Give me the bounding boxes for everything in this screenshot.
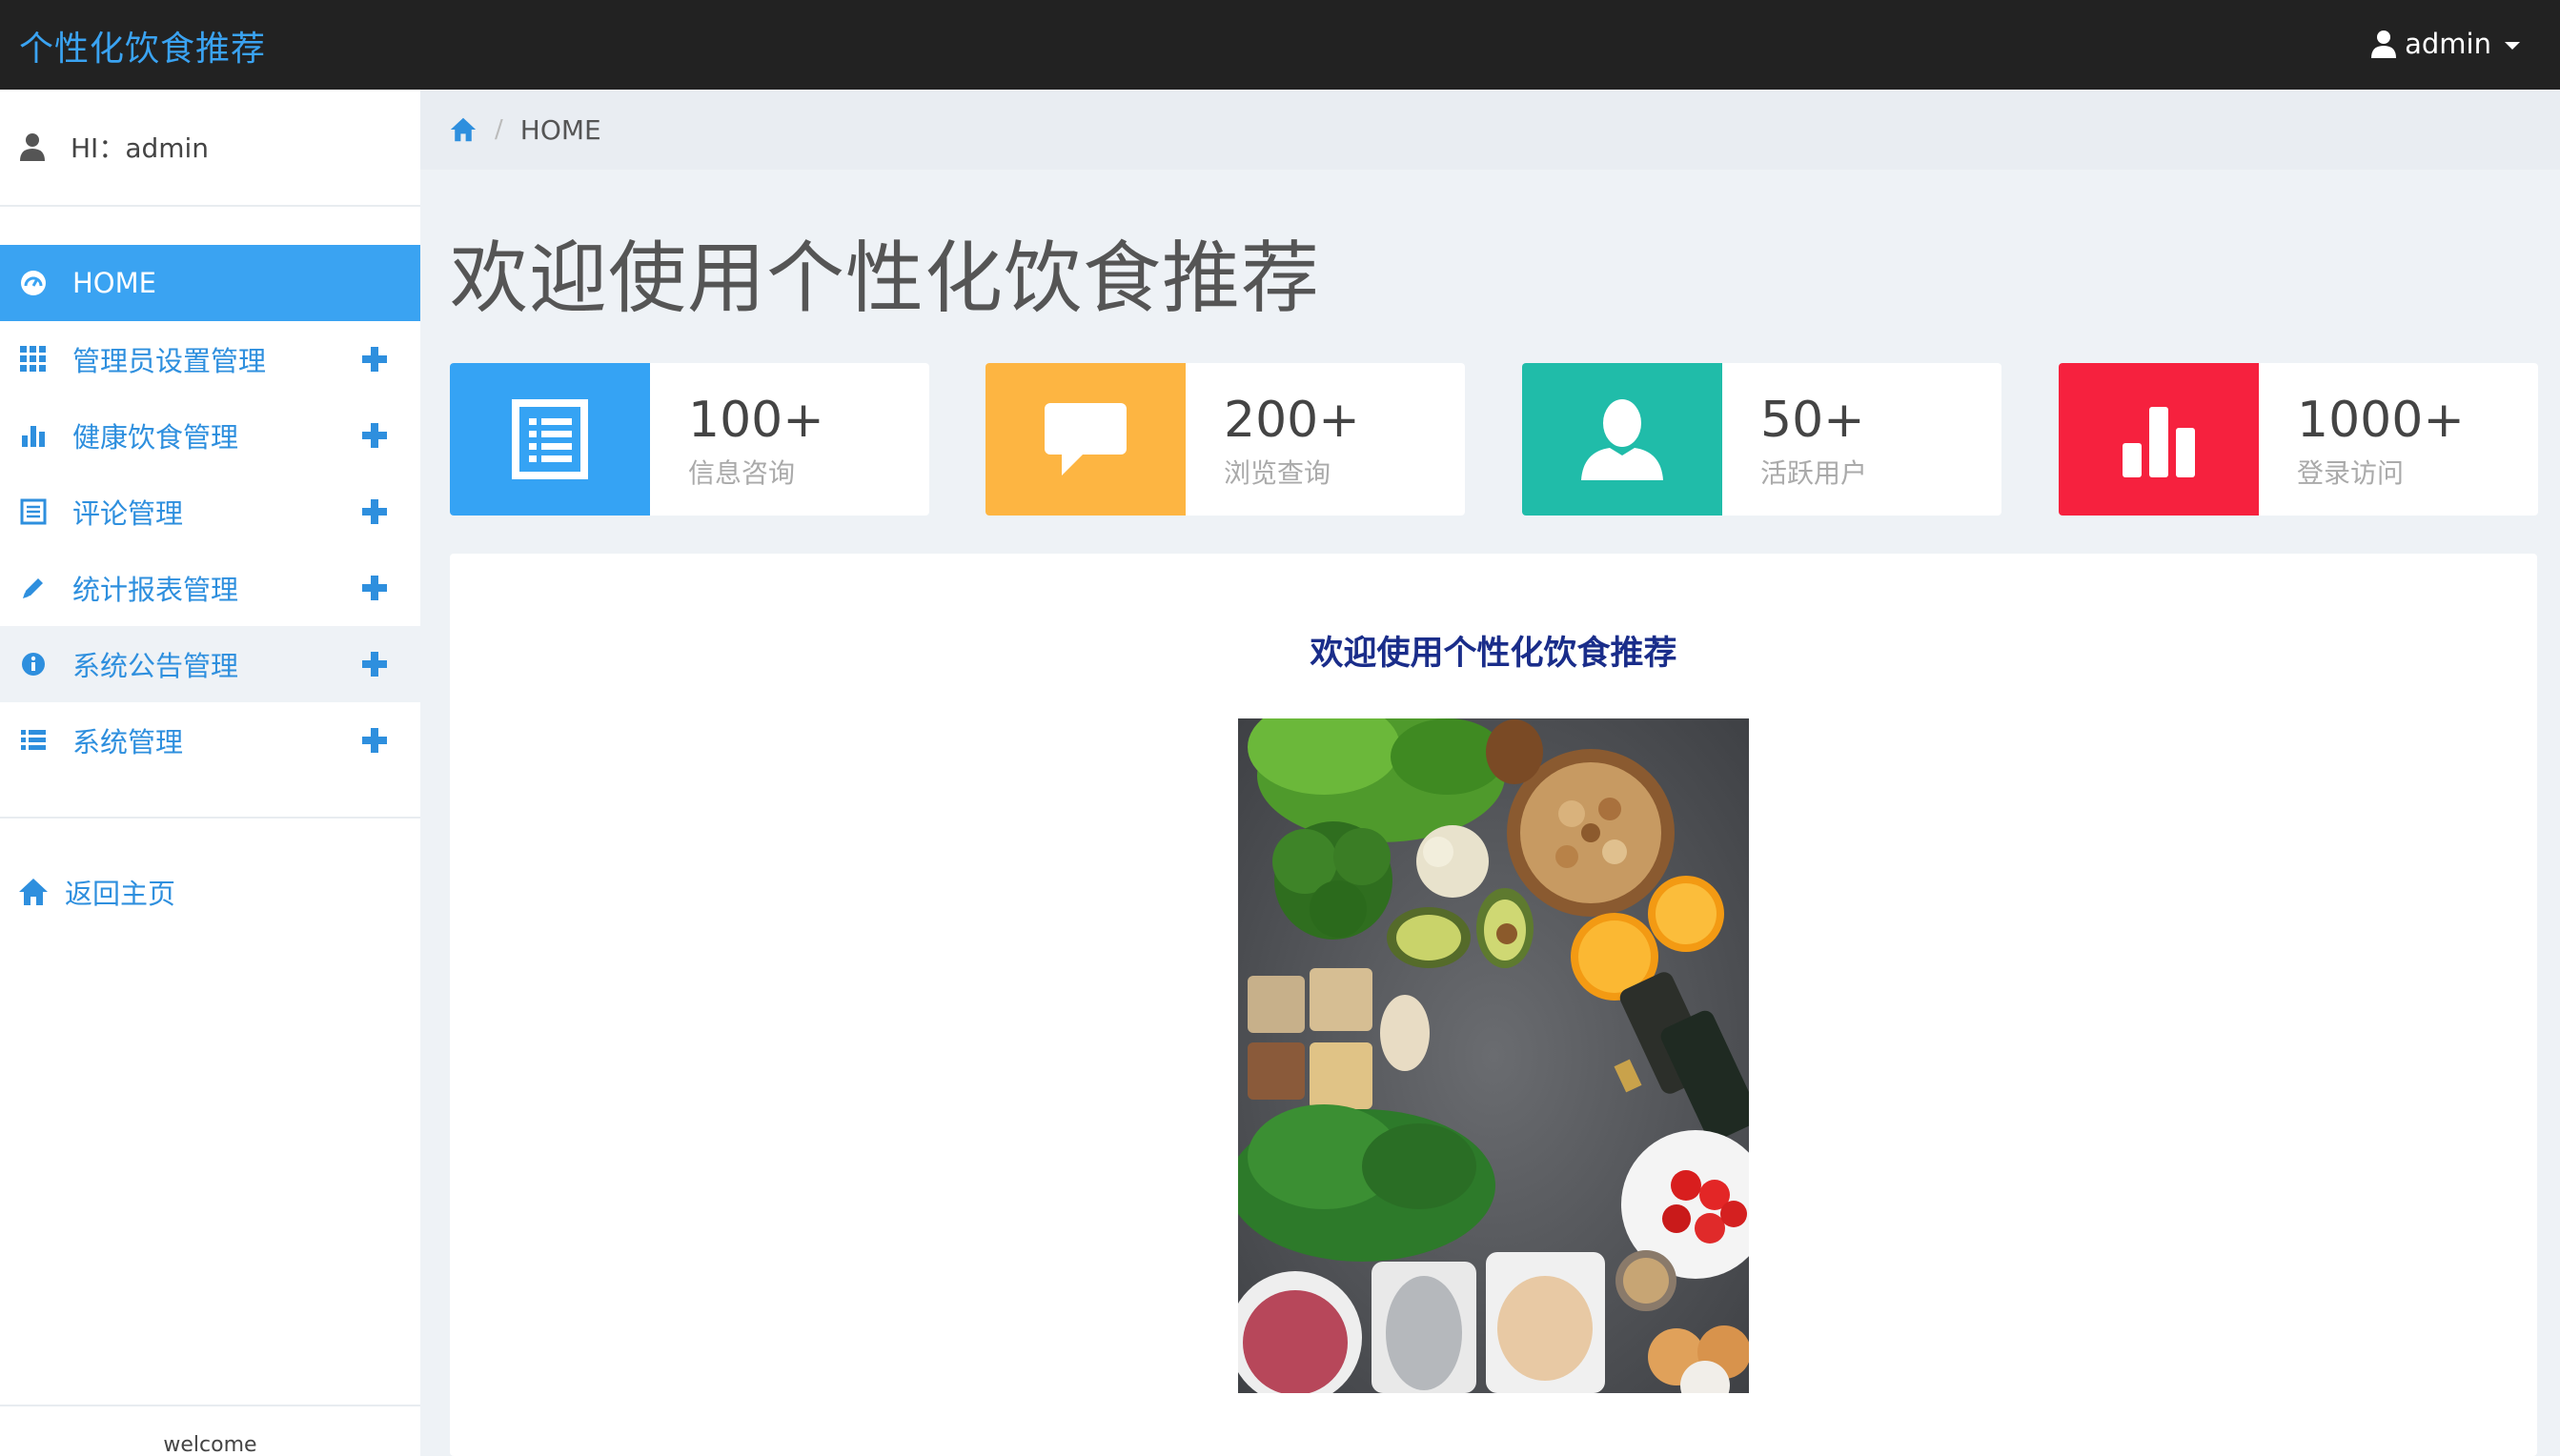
greeting-text: HI：admin <box>71 132 210 164</box>
list-alt-icon <box>450 363 650 516</box>
sidebar-divider <box>0 205 420 207</box>
user-greeting: HI：admin <box>19 128 209 166</box>
back-home-label: 返回主页 <box>65 878 176 910</box>
plus-icon[interactable] <box>357 723 392 758</box>
user-icon <box>20 133 45 161</box>
stat-value: 200+ <box>1224 392 1360 449</box>
user-name: admin <box>2405 28 2491 60</box>
stats-icon <box>2059 363 2259 516</box>
breadcrumb-current: HOME <box>519 113 601 146</box>
stat-card-info[interactable]: 100+ 信息咨询 <box>450 363 929 516</box>
brand-title[interactable]: 个性化饮食推荐 <box>19 21 266 71</box>
sidebar-item-announcements[interactable]: 系统公告管理 <box>0 626 420 702</box>
stat-value: 1000+ <box>2297 392 2465 449</box>
breadcrumb: / HOME <box>420 90 2560 170</box>
comment-icon <box>985 363 1186 516</box>
sidebar-item-label: 健康饮食管理 <box>72 421 239 454</box>
breadcrumb-separator: / <box>495 115 503 144</box>
plus-icon[interactable] <box>357 571 392 605</box>
plus-icon[interactable] <box>357 418 392 453</box>
food-image <box>1238 718 1749 1393</box>
sidebar-nav: HOME 管理员设置管理 健康饮食管理 评论管理 统计报表管理 系统公告管理 系… <box>0 245 420 779</box>
sidebar-divider <box>0 1405 420 1406</box>
stat-value: 100+ <box>688 392 824 449</box>
pencil-icon <box>17 572 50 604</box>
sidebar-item-label: 系统管理 <box>72 726 184 758</box>
home-icon[interactable] <box>449 116 477 143</box>
plus-icon[interactable] <box>357 342 392 376</box>
stat-card-logins[interactable]: 1000+ 登录访问 <box>2059 363 2538 516</box>
sidebar-item-comments[interactable]: 评论管理 <box>0 474 420 550</box>
user-icon <box>1522 363 1722 516</box>
plus-icon[interactable] <box>357 647 392 681</box>
sidebar-item-healthy-diet[interactable]: 健康饮食管理 <box>0 397 420 474</box>
stat-card-users[interactable]: 50+ 活跃用户 <box>1522 363 2001 516</box>
sidebar: HI：admin HOME 管理员设置管理 健康饮食管理 评论管理 统计报表管理… <box>0 90 420 1456</box>
sidebar-item-label: 评论管理 <box>72 497 184 530</box>
back-home-link[interactable]: 返回主页 <box>17 871 175 913</box>
sidebar-item-label: 管理员设置管理 <box>72 345 267 377</box>
sidebar-item-reports[interactable]: 统计报表管理 <box>0 550 420 626</box>
list-icon <box>17 724 50 757</box>
panel-title: 欢迎使用个性化饮食推荐 <box>1310 635 1677 673</box>
sidebar-item-system[interactable]: 系统管理 <box>0 702 420 779</box>
grid-icon <box>17 343 50 375</box>
bar-chart-icon <box>17 419 50 452</box>
page-title: 欢迎使用个性化饮食推荐 <box>450 233 1321 324</box>
sidebar-divider <box>0 817 420 819</box>
stat-label: 信息咨询 <box>688 457 796 489</box>
info-icon <box>17 648 50 680</box>
user-icon <box>2371 30 2397 58</box>
stat-label: 登录访问 <box>2297 457 2405 489</box>
top-navbar: 个性化饮食推荐 admin <box>0 0 2560 90</box>
user-dropdown[interactable]: admin <box>2370 23 2520 65</box>
sidebar-item-label: HOME <box>72 267 156 299</box>
plus-icon[interactable] <box>357 495 392 529</box>
stat-card-browse[interactable]: 200+ 浏览查询 <box>985 363 1465 516</box>
dashboard-icon <box>17 267 50 299</box>
sidebar-item-label: 系统公告管理 <box>72 650 239 682</box>
stat-value: 50+ <box>1760 392 1865 449</box>
list-alt-icon <box>17 495 50 528</box>
sidebar-item-admin-settings[interactable]: 管理员设置管理 <box>0 321 420 397</box>
sidebar-footer: welcome <box>163 1433 257 1456</box>
stat-label: 浏览查询 <box>1224 457 1331 489</box>
home-icon <box>19 879 48 905</box>
sidebar-item-home[interactable]: HOME <box>0 245 420 321</box>
chevron-down-icon <box>2505 42 2520 50</box>
stat-label: 活跃用户 <box>1760 457 1868 489</box>
welcome-panel: 欢迎使用个性化饮食推荐 <box>450 554 2537 1456</box>
sidebar-item-label: 统计报表管理 <box>72 574 239 606</box>
